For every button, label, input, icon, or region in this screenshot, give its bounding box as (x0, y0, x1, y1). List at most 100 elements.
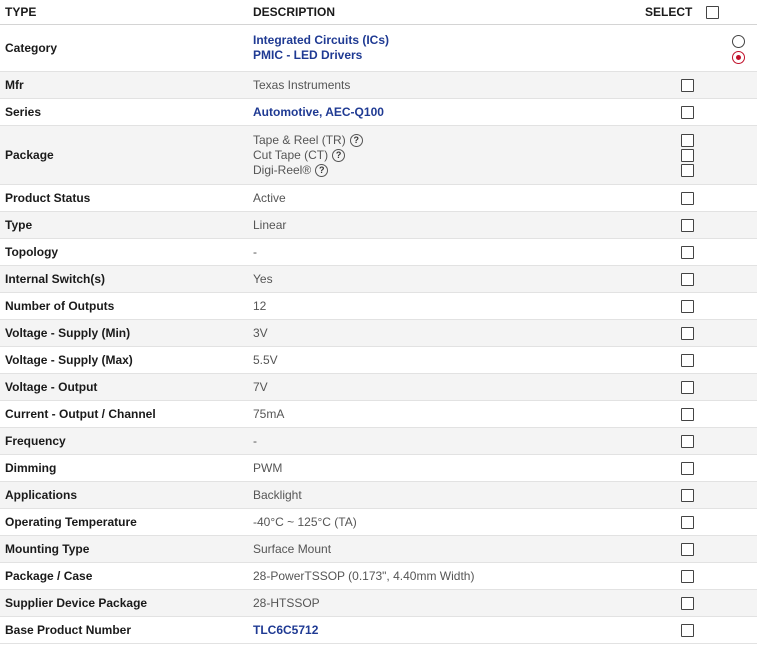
attribute-type-topology: Topology (5, 245, 59, 259)
table-row: Topology - (0, 239, 757, 266)
attribute-value: - (253, 433, 257, 448)
attribute-description: 5.5V (253, 347, 278, 373)
table-row: Type Linear (0, 212, 757, 239)
attribute-description: Active (253, 185, 286, 211)
attribute-description: 12 (253, 293, 266, 319)
attribute-value: Digi-Reel® (253, 162, 312, 177)
attribute-type-mounting-type: Mounting Type (5, 542, 90, 556)
attribute-type-applications: Applications (5, 488, 78, 502)
attribute-value: Active (253, 190, 286, 205)
attribute-description: 28-PowerTSSOP (0.173", 4.40mm Width) (253, 563, 474, 589)
select-checkbox-frequency[interactable] (681, 435, 694, 448)
attribute-description: -40°C ~ 125°C (TA) (253, 509, 357, 535)
attribute-value-link[interactable]: Automotive, AEC-Q100 (253, 105, 384, 120)
select-checkbox-voltage-output[interactable] (681, 381, 694, 394)
attribute-value: 75mA (253, 406, 285, 421)
table-row: Supplier Device Package 28-HTSSOP (0, 590, 757, 617)
attribute-value-link[interactable]: PMIC - LED Drivers (253, 48, 362, 63)
category-radio[interactable] (732, 34, 745, 48)
table-header: TYPE DESCRIPTION SELECT (0, 0, 757, 25)
attribute-value: - (253, 244, 257, 259)
attribute-type-supplier-device-package: Supplier Device Package (5, 596, 148, 610)
attribute-description: Yes (253, 266, 273, 292)
select-checkbox-series[interactable] (681, 106, 694, 119)
table-row: Dimming PWM (0, 455, 757, 482)
select-checkbox-dimming[interactable] (681, 462, 694, 475)
attribute-description: 7V (253, 374, 268, 400)
help-icon[interactable]: ? (349, 133, 363, 147)
attribute-description: Backlight (253, 482, 302, 508)
attribute-type-series: Series (5, 105, 42, 119)
attribute-type-type: Type (5, 218, 33, 232)
select-checkbox-mounting-type[interactable] (681, 543, 694, 556)
attribute-value: 5.5V (253, 352, 278, 367)
attribute-type-operating-temperature: Operating Temperature (5, 515, 137, 529)
select-checkbox-applications[interactable] (681, 489, 694, 502)
table-row: Internal Switch(s) Yes (0, 266, 757, 293)
attribute-type-current-output-channel: Current - Output / Channel (5, 407, 156, 421)
select-checkbox-package[interactable] (681, 164, 694, 177)
select-checkbox-current-output-channel[interactable] (681, 408, 694, 421)
product-attributes-table: TYPE DESCRIPTION SELECT Category Integrat… (0, 0, 757, 644)
attribute-type-number-of-outputs: Number of Outputs (5, 299, 115, 313)
table-row: Voltage - Output 7V (0, 374, 757, 401)
select-checkbox-product-status[interactable] (681, 192, 694, 205)
attribute-type-base-product-number: Base Product Number (5, 623, 132, 637)
select-checkbox-voltage-supply-min[interactable] (681, 327, 694, 340)
attribute-value-link[interactable]: Integrated Circuits (ICs) (253, 33, 389, 48)
select-checkbox-package[interactable] (681, 149, 694, 162)
attribute-value: Backlight (253, 487, 302, 502)
attribute-description: Tape & Reel (TR)? Cut Tape (CT)? Digi-Reel… (253, 126, 363, 184)
help-icon[interactable]: ? (332, 148, 346, 162)
table-row: Applications Backlight (0, 482, 757, 509)
attribute-description: Integrated Circuits (ICs) PMIC - LED Driv… (253, 25, 389, 71)
select-checkbox-base-product-number[interactable] (681, 624, 694, 637)
select-checkbox-topology[interactable] (681, 246, 694, 259)
attribute-value: 12 (253, 298, 267, 313)
attribute-value: 28-PowerTSSOP (0.173", 4.40mm Width) (253, 568, 475, 583)
select-checkbox-number-of-outputs[interactable] (681, 300, 694, 313)
attribute-type-frequency: Frequency (5, 434, 66, 448)
attribute-type-package: Package (5, 148, 54, 162)
attribute-type-product-status: Product Status (5, 191, 91, 205)
attribute-type-voltage-output: Voltage - Output (5, 380, 98, 394)
select-checkbox-operating-temperature[interactable] (681, 516, 694, 529)
attribute-type-voltage-supply-max: Voltage - Supply (Max) (5, 353, 133, 367)
attribute-type-package-case: Package / Case (5, 569, 93, 583)
table-row: Frequency - (0, 428, 757, 455)
help-icon[interactable]: ? (315, 163, 329, 177)
select-column-header: SELECT (645, 5, 693, 19)
attribute-value: Linear (253, 217, 287, 232)
select-checkbox-voltage-supply-max[interactable] (681, 354, 694, 367)
select-checkbox-supplier-device-package[interactable] (681, 597, 694, 610)
table-row: Base Product Number TLC6C5712 (0, 617, 757, 644)
attribute-description: Surface Mount (253, 536, 331, 562)
attribute-description: - (253, 239, 257, 265)
select-checkbox-package[interactable] (681, 134, 694, 147)
attribute-description: Texas Instruments (253, 72, 350, 98)
attribute-description: 75mA (253, 401, 284, 427)
category-radio[interactable] (732, 50, 745, 64)
attribute-type-dimming: Dimming (5, 461, 57, 475)
table-row: Current - Output / Channel 75mA (0, 401, 757, 428)
select-checkbox-package-case[interactable] (681, 570, 694, 583)
attribute-value-link[interactable]: TLC6C5712 (253, 623, 318, 638)
attribute-value: Yes (253, 271, 273, 286)
attribute-description: PWM (253, 455, 282, 481)
attribute-value: 3V (253, 325, 268, 340)
attribute-type-category: Category (5, 41, 58, 55)
attribute-type-internal-switch-s: Internal Switch(s) (5, 272, 106, 286)
attribute-value: 7V (253, 379, 268, 394)
select-checkbox-internal-switch-s[interactable] (681, 273, 694, 286)
attribute-value: Texas Instruments (253, 77, 351, 92)
attribute-description: TLC6C5712 (253, 617, 318, 643)
select-checkbox-mfr[interactable] (681, 79, 694, 92)
table-row: Number of Outputs 12 (0, 293, 757, 320)
table-row: Series Automotive, AEC-Q100 (0, 99, 757, 126)
attribute-description: 3V (253, 320, 268, 346)
select-all-checkbox[interactable] (706, 6, 719, 19)
table-body: Category Integrated Circuits (ICs) PMIC - … (0, 25, 757, 644)
type-column-header: TYPE (5, 5, 37, 19)
select-checkbox-type[interactable] (681, 219, 694, 232)
attribute-type-mfr: Mfr (5, 78, 24, 92)
